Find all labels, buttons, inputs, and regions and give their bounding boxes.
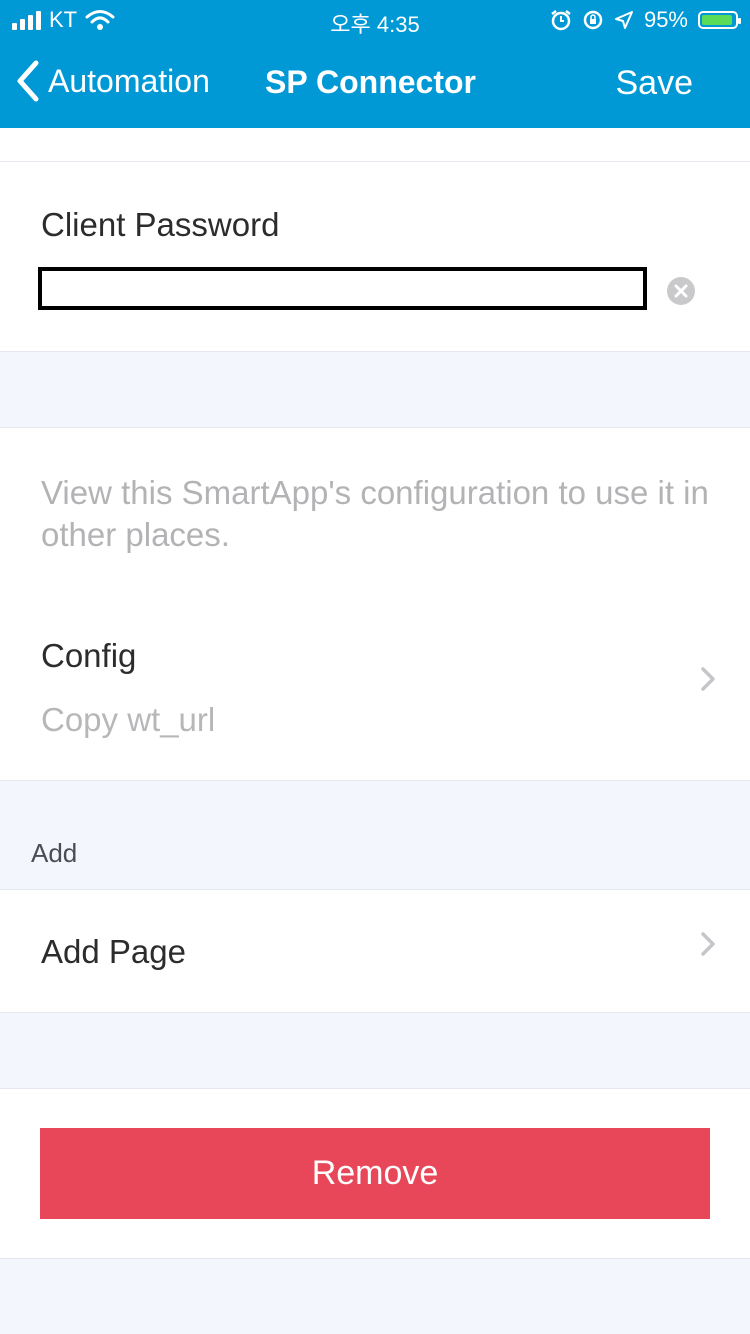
config-label: Config: [41, 637, 137, 674]
config-row[interactable]: Config Copy wt_url: [0, 593, 750, 781]
chevron-left-icon: [17, 60, 39, 102]
client-password-input[interactable]: [38, 267, 647, 310]
client-password-label: Client Password: [41, 206, 280, 243]
config-hint-cell: View this SmartApp's configuration to us…: [0, 427, 750, 594]
config-hint-text: View this SmartApp's configuration to us…: [41, 474, 709, 553]
rotation-lock-icon: [583, 10, 603, 30]
location-arrow-icon: [614, 11, 633, 29]
page-title: SP Connector: [265, 64, 476, 100]
alarm-icon: [551, 10, 571, 31]
clear-circle-icon: [674, 284, 688, 298]
client-password-cell: Client Password: [0, 161, 750, 352]
add-section-header: Add: [31, 838, 78, 868]
app-header: KT 오후 4:35 95% Automation SP Connector S…: [0, 0, 750, 128]
clear-password-button[interactable]: [667, 277, 695, 305]
save-button[interactable]: Save: [616, 64, 694, 103]
add-page-row[interactable]: Add Page: [0, 889, 750, 1013]
battery-fill: [702, 15, 732, 25]
back-label: Automation: [48, 62, 210, 99]
top-spacer-cell: [0, 128, 750, 162]
remove-button[interactable]: Remove: [40, 1128, 710, 1219]
back-button[interactable]: Automation: [16, 60, 210, 102]
status-bar: KT 오후 4:35 95%: [0, 0, 750, 40]
config-subtitle: Copy wt_url: [41, 701, 216, 738]
add-page-label: Add Page: [41, 933, 186, 970]
battery-icon: [698, 11, 741, 29]
battery-percent: 95%: [643, 7, 688, 32]
chevron-right-icon: [701, 932, 715, 956]
chevron-right-icon: [701, 667, 715, 691]
